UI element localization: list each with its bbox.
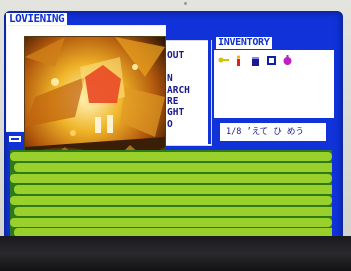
map-row bbox=[14, 207, 332, 216]
command-item[interactable]: ARCH bbox=[167, 86, 190, 96]
command-item[interactable]: RE bbox=[167, 97, 178, 107]
command-item[interactable]: GHT bbox=[167, 108, 184, 118]
map-row bbox=[14, 185, 332, 194]
candle-icon[interactable] bbox=[233, 55, 244, 66]
command-item[interactable]: O bbox=[167, 120, 173, 130]
status-text: 1/8 ’えて ひ めう bbox=[220, 123, 326, 141]
crate-icon[interactable] bbox=[266, 55, 277, 66]
bezel-dot bbox=[184, 2, 187, 5]
view-window-title: LOVIENING bbox=[6, 13, 68, 25]
map-field bbox=[10, 150, 332, 236]
monitor-base bbox=[0, 236, 351, 271]
map-row bbox=[14, 163, 332, 172]
potion-icon[interactable] bbox=[282, 55, 293, 66]
command-menu: OUT N ARCH RE GHT O bbox=[164, 40, 212, 146]
key-icon[interactable] bbox=[218, 55, 229, 66]
inventory-title: INVENTORY bbox=[216, 37, 272, 49]
map-row bbox=[10, 196, 332, 205]
map-row bbox=[14, 228, 332, 236]
menu-divider bbox=[208, 40, 211, 144]
scroll-icon[interactable] bbox=[9, 134, 21, 144]
map-row bbox=[10, 218, 332, 227]
inventory-panel bbox=[214, 50, 334, 118]
command-item[interactable]: OUT bbox=[167, 51, 184, 61]
jar-icon[interactable] bbox=[250, 55, 261, 66]
map-row bbox=[10, 174, 332, 183]
command-item[interactable]: N bbox=[167, 74, 173, 84]
map-row bbox=[10, 152, 332, 161]
